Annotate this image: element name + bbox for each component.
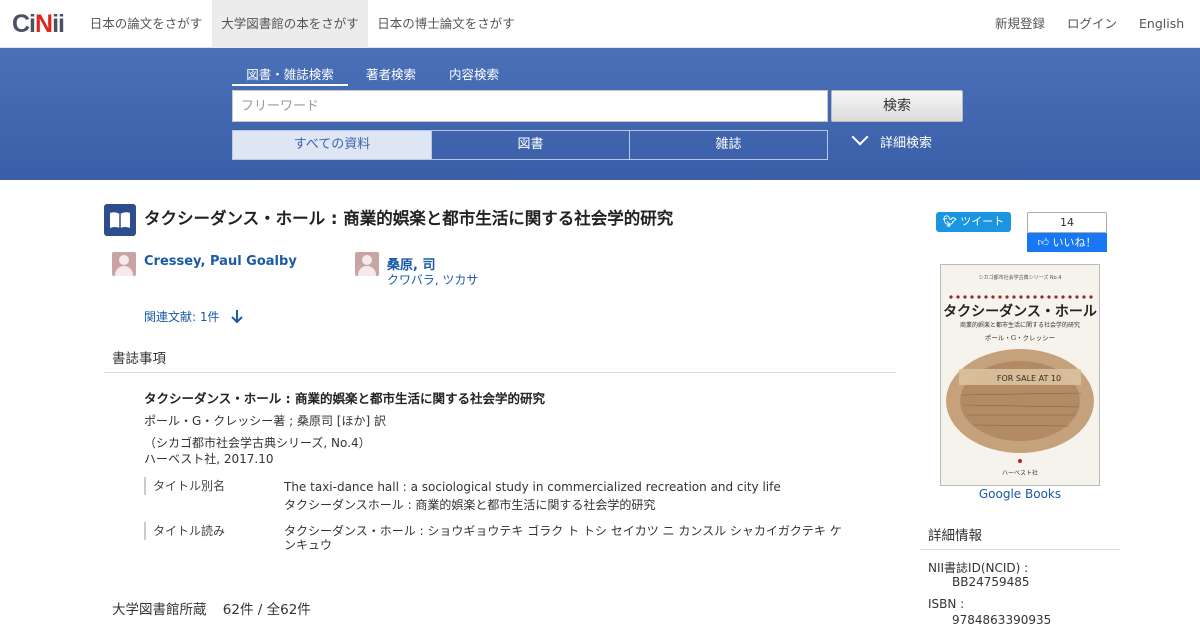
twitter-bird-icon: 🐦︎: [942, 215, 957, 228]
isbn-value: 9784863390935: [952, 613, 1052, 627]
cover-series: シカゴ都市社会学古典シリーズ No.4: [979, 274, 1062, 281]
like-label: いいね！: [1052, 236, 1097, 249]
ncid-value: BB24759485: [952, 575, 1030, 589]
detail-heading: 詳細情報: [928, 528, 982, 544]
chevron-down-icon: [851, 128, 869, 146]
advanced-search-toggle[interactable]: 詳細検索: [848, 128, 933, 160]
facebook-like-button[interactable]: 👍︎ いいね！: [1027, 233, 1107, 252]
filter-all[interactable]: すべての資料: [232, 130, 432, 160]
top-navigation: CiNii 日本の論文をさがす 大学図書館の本をさがす 日本の博士論文をさがす …: [0, 0, 1200, 48]
isbn-label: ISBN :: [928, 597, 965, 611]
alt-title-label: タイトル別名: [144, 477, 225, 495]
book-cover-image[interactable]: シカゴ都市社会学古典シリーズ No.4 タクシーダンス・ホール 商業的娯楽と都市…: [940, 264, 1100, 486]
ncid-label: NII書誌ID(NCID) :: [928, 561, 1029, 575]
filter-books[interactable]: 図書: [431, 130, 630, 160]
nav-dissertations[interactable]: 日本の博士論文をさがす: [368, 0, 524, 48]
holdings-label: 大学図書館所蔵: [112, 602, 207, 618]
thumbs-up-icon: 👍︎: [1037, 236, 1050, 249]
reading-value: ンキュウ: [284, 538, 333, 552]
author-avatar-icon: [112, 252, 136, 276]
register-link[interactable]: 新規登録: [995, 0, 1045, 48]
related-works-label: 関連文献: 1件: [144, 310, 220, 324]
cover-author: ポール・G・クレッシー: [985, 334, 1055, 342]
book-icon: [104, 204, 136, 236]
cover-publisher: ハーベスト社: [1002, 469, 1038, 477]
related-works-link[interactable]: 関連文献: 1件: [144, 307, 244, 325]
nav-articles[interactable]: 日本の論文をさがす: [80, 0, 212, 48]
google-books-link[interactable]: Google Books: [940, 487, 1100, 501]
advanced-search-label: 詳細検索: [880, 136, 933, 151]
tweet-label: ツイート: [960, 215, 1005, 228]
arrow-down-icon: [231, 310, 244, 324]
login-link[interactable]: ログイン: [1067, 0, 1117, 48]
divider: [920, 549, 1120, 550]
cover-title: タクシーダンス・ホール: [943, 303, 1097, 320]
author-link[interactable]: Cressey, Paul Goalby: [144, 254, 297, 269]
filter-journals[interactable]: 雑誌: [629, 130, 828, 160]
cinii-logo[interactable]: CiNii: [12, 10, 65, 39]
alt-title-value: The taxi-dance hall : a sociological stu…: [284, 480, 781, 494]
author-avatar-icon: [355, 252, 379, 276]
series-link[interactable]: （シカゴ都市社会学古典シリーズ, No.4）: [144, 434, 371, 451]
publisher: ハーベスト社, 2017.10: [144, 452, 274, 466]
like-count: 14: [1027, 212, 1107, 233]
reading-label: タイトル読み: [144, 522, 225, 540]
alt-title-value: タクシーダンスホール : 商業的娯楽と都市生活に関する社会学的研究: [284, 498, 656, 512]
page-title: タクシーダンス・ホール : 商業的娯楽と都市生活に関する社会学的研究: [144, 209, 674, 228]
responsibility: ポール・G・クレッシー著 ; 桑原司 [ほか] 訳: [144, 414, 386, 428]
tab-content-search[interactable]: 内容検索: [442, 64, 506, 86]
tab-author-search[interactable]: 著者検索: [360, 64, 422, 86]
divider: [104, 372, 896, 373]
nav-university-books[interactable]: 大学図書館の本をさがす: [212, 0, 368, 48]
biblio-heading: 書誌事項: [112, 351, 166, 367]
cover-sign: FOR SALE AT 10: [997, 374, 1061, 383]
holdings-count: 62件 / 全62件: [222, 602, 311, 618]
holdings-heading: 大学図書館所蔵 62件 / 全62件: [112, 598, 311, 618]
author-kana: クワバラ, ツカサ: [387, 273, 479, 287]
search-input[interactable]: [232, 90, 828, 122]
search-panel: 図書・雑誌検索 著者検索 内容検索 検索 すべての資料 図書 雑誌 詳細検索: [0, 48, 1200, 180]
reading-value: タクシーダンス・ホール : ショウギョウテキ ゴラク ト トシ セイカツ ニ カ…: [284, 524, 842, 538]
tweet-button[interactable]: 🐦︎ ツイート: [936, 212, 1011, 232]
biblio-title: タクシーダンス・ホール : 商業的娯楽と都市生活に関する社会学的研究: [144, 391, 545, 406]
search-button[interactable]: 検索: [831, 90, 963, 122]
tab-book-search[interactable]: 図書・雑誌検索: [232, 64, 348, 86]
english-link[interactable]: English: [1139, 0, 1184, 48]
cover-subtitle: 商業的娯楽と都市生活に関する社会学的研究: [960, 321, 1080, 329]
